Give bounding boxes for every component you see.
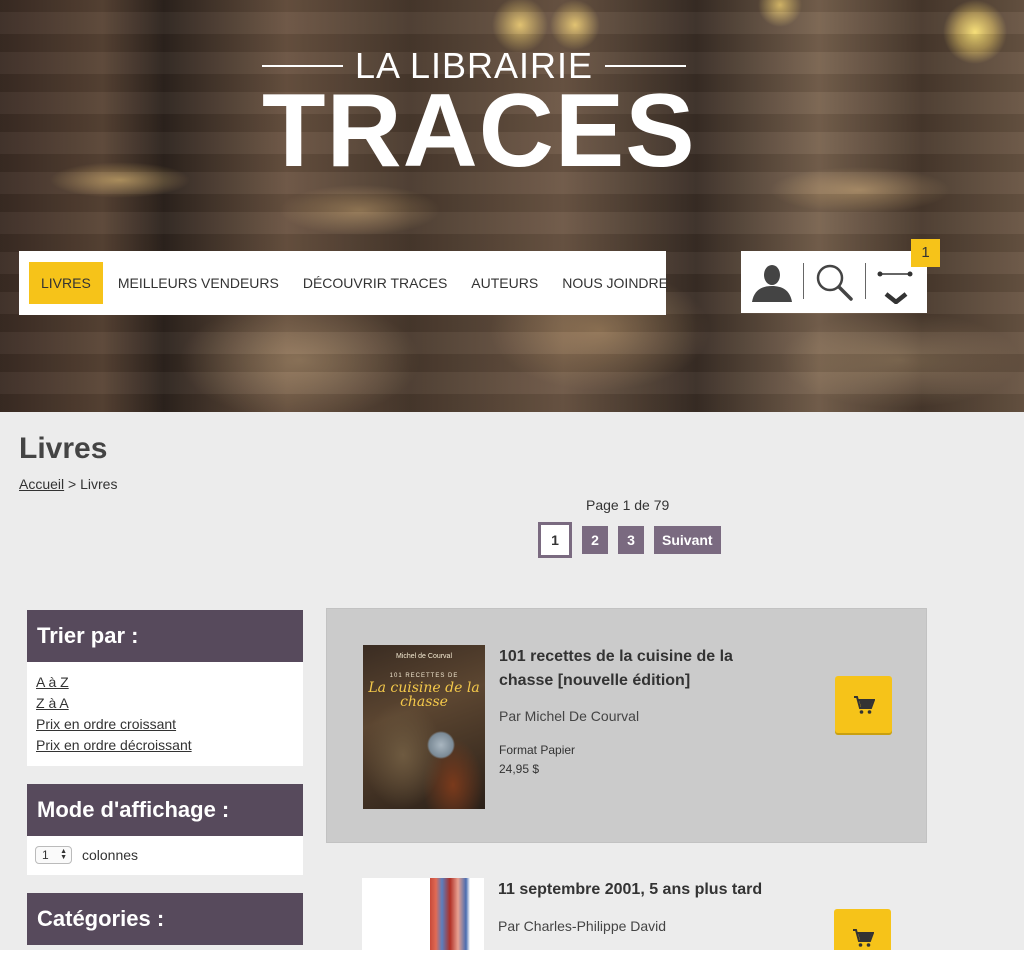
main-nav: LIVRES MEILLEURS VENDEURS DÉCOUVRIR TRAC…: [19, 251, 668, 315]
sort-option-price-asc[interactable]: Prix en ordre croissant: [36, 714, 294, 735]
cover-title-text: La cuisine de la chasse: [368, 680, 480, 710]
add-to-cart-button[interactable]: [834, 909, 891, 954]
columns-value: 1: [42, 848, 49, 862]
sort-option-a-z[interactable]: A à Z: [36, 672, 294, 693]
columns-stepper[interactable]: 1 ▲ ▼: [35, 846, 72, 864]
nav-item-meilleurs-vendeurs[interactable]: MEILLEURS VENDEURS: [106, 262, 291, 304]
stepper-arrows-icon: ▲ ▼: [60, 848, 67, 861]
columns-label: colonnes: [82, 847, 139, 863]
add-to-cart-button[interactable]: [835, 676, 892, 733]
book-price: 24,95 $: [499, 762, 540, 776]
cart-icon: [877, 271, 913, 304]
logo-rule-left: [262, 65, 343, 67]
page-title: Livres: [19, 432, 108, 465]
book-cover[interactable]: Michel de Courval 101 RECETTES DE La cui…: [363, 645, 485, 809]
breadcrumb-current: Livres: [80, 476, 118, 492]
logo[interactable]: LA LIBRAIRIE TRACES: [262, 48, 696, 189]
cover-number-text: 101 RECETTES DE: [389, 673, 459, 679]
search-icon: [816, 264, 853, 301]
breadcrumb-separator: >: [64, 476, 81, 492]
book-cover[interactable]: [362, 878, 484, 950]
user-icon: [752, 265, 792, 302]
page-button-3[interactable]: 3: [618, 526, 644, 554]
sort-option-price-desc[interactable]: Prix en ordre décroissant: [36, 735, 294, 756]
breadcrumb-home-link[interactable]: Accueil: [19, 476, 64, 492]
pagination: 1 2 3 Suivant: [538, 522, 721, 558]
nav-item-nous-joindre[interactable]: NOUS JOINDRE: [550, 262, 680, 304]
display-mode-panel: Mode d'affichage : 1 ▲ ▼ colonnes: [27, 784, 303, 875]
search-button[interactable]: [803, 251, 865, 313]
next-page-button[interactable]: Suivant: [654, 526, 721, 554]
nav-item-livres[interactable]: LIVRES: [29, 262, 103, 304]
shopping-cart-icon: [852, 928, 874, 947]
sort-option-z-a[interactable]: Z à A: [36, 693, 294, 714]
sort-panel-title: Trier par :: [27, 610, 303, 662]
book-format: Format Papier: [499, 743, 576, 757]
book-title[interactable]: 11 septembre 2001, 5 ans plus tard: [498, 878, 788, 902]
shopping-cart-icon: [853, 695, 875, 714]
display-mode-title: Mode d'affichage :: [27, 784, 303, 836]
sort-panel: Trier par : A à Z Z à A Prix en ordre cr…: [27, 610, 303, 766]
categories-title: Catégories :: [27, 893, 303, 945]
book-title[interactable]: 101 recettes de la cuisine de la chasse …: [499, 645, 789, 693]
account-button[interactable]: [741, 251, 803, 313]
sort-options: A à Z Z à A Prix en ordre croissant Prix…: [27, 662, 303, 766]
logo-big-text: TRACES: [262, 73, 696, 189]
pagination-info: Page 1 de 79: [586, 497, 670, 513]
breadcrumb: Accueil > Livres: [19, 476, 117, 492]
book-author: Par Michel De Courval: [499, 708, 640, 724]
book-card[interactable]: Michel de Courval 101 RECETTES DE La cui…: [326, 608, 927, 843]
cover-author-text: Michel de Courval: [395, 653, 453, 660]
page-button-1[interactable]: 1: [538, 522, 572, 558]
nav-item-decouvrir-traces[interactable]: DÉCOUVRIR TRACES: [291, 262, 459, 304]
categories-panel: Catégories :: [27, 893, 303, 945]
book-author: Par Charles-Philippe David: [498, 918, 667, 934]
logo-rule-right: [605, 65, 687, 67]
display-mode-body: 1 ▲ ▼ colonnes: [27, 836, 303, 875]
nav-item-auteurs[interactable]: AUTEURS: [459, 262, 550, 304]
book-card[interactable]: 11 septembre 2001, 5 ans plus tard Par C…: [326, 843, 927, 954]
header-tools: [741, 251, 927, 313]
cart-count-badge[interactable]: 1: [911, 239, 940, 267]
page-bottom-edge: [0, 950, 1024, 954]
page-button-2[interactable]: 2: [582, 526, 608, 554]
